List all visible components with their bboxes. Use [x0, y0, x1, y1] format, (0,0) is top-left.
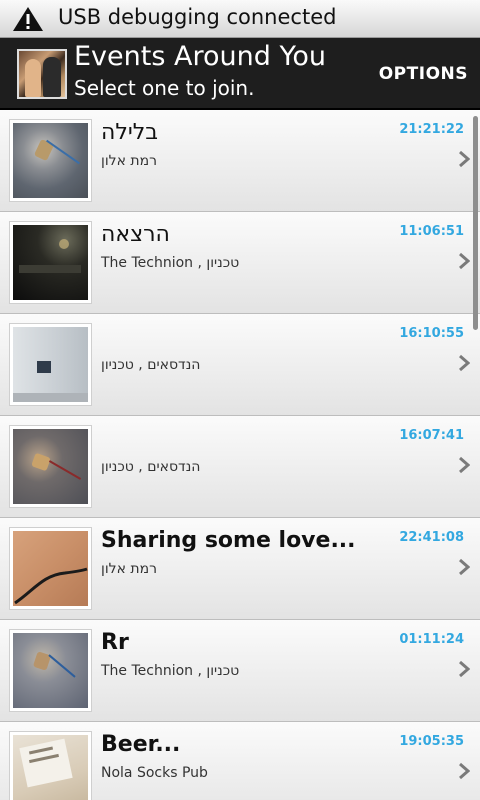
options-button[interactable]: OPTIONS — [379, 64, 468, 84]
event-title: בלילה — [101, 120, 159, 145]
chevron-right-icon — [459, 354, 470, 372]
chevron-right-icon — [459, 558, 470, 576]
title-bar: Events Around You Select one to join. OP… — [0, 38, 480, 110]
event-location: The Technion , טכניון — [101, 255, 240, 271]
event-thumbnail — [9, 629, 92, 712]
event-location: רמת אלון — [101, 153, 158, 169]
events-list[interactable]: בלילה רמת אלון 21:21:22 הרצאה The Techni… — [0, 110, 480, 800]
event-time: 22:41:08 — [399, 530, 464, 545]
warning-icon — [13, 7, 43, 31]
event-thumbnail — [9, 527, 92, 610]
event-row[interactable]: Beer... Nola Socks Pub 19:05:35 — [0, 722, 480, 800]
event-time: 16:10:55 — [399, 326, 464, 341]
event-location: The Technion , טכניון — [101, 663, 240, 679]
event-row[interactable]: הנדסאים , טכניון 16:10:55 — [0, 314, 480, 416]
event-time: 16:07:41 — [399, 428, 464, 443]
event-location: רמת אלון — [101, 561, 158, 577]
chevron-right-icon — [459, 150, 470, 168]
status-bar: USB debugging connected — [0, 0, 480, 38]
event-thumbnail — [9, 425, 92, 508]
event-title: הרצאה — [101, 222, 170, 247]
event-thumbnail — [9, 323, 92, 406]
event-title: Beer... — [101, 732, 181, 757]
event-row[interactable]: Sharing some love... רמת אלון 22:41:08 — [0, 518, 480, 620]
chevron-right-icon — [459, 762, 470, 780]
app-subtitle: Select one to join. — [74, 76, 255, 100]
status-text: USB debugging connected — [58, 5, 337, 29]
app-title: Events Around You — [74, 41, 326, 72]
event-time: 19:05:35 — [399, 734, 464, 749]
event-thumbnail — [9, 731, 92, 800]
event-time: 11:06:51 — [399, 224, 464, 239]
event-time: 01:11:24 — [399, 632, 464, 647]
event-thumbnail — [9, 119, 92, 202]
chevron-right-icon — [459, 456, 470, 474]
event-row[interactable]: הנדסאים , טכניון 16:07:41 — [0, 416, 480, 518]
event-thumbnail — [9, 221, 92, 304]
event-row[interactable]: Rr The Technion , טכניון 01:11:24 — [0, 620, 480, 722]
event-location: הנדסאים , טכניון — [101, 357, 201, 373]
event-row[interactable]: הרצאה The Technion , טכניון 11:06:51 — [0, 212, 480, 314]
event-row[interactable]: בלילה רמת אלון 21:21:22 — [0, 110, 480, 212]
chevron-right-icon — [459, 252, 470, 270]
event-location: הנדסאים , טכניון — [101, 459, 201, 475]
event-location: Nola Socks Pub — [101, 765, 208, 781]
event-time: 21:21:22 — [399, 122, 464, 137]
event-title: Sharing some love... — [101, 528, 356, 553]
chevron-right-icon — [459, 660, 470, 678]
avatar — [17, 49, 67, 99]
event-title: Rr — [101, 630, 129, 655]
scrollbar[interactable] — [473, 116, 478, 330]
